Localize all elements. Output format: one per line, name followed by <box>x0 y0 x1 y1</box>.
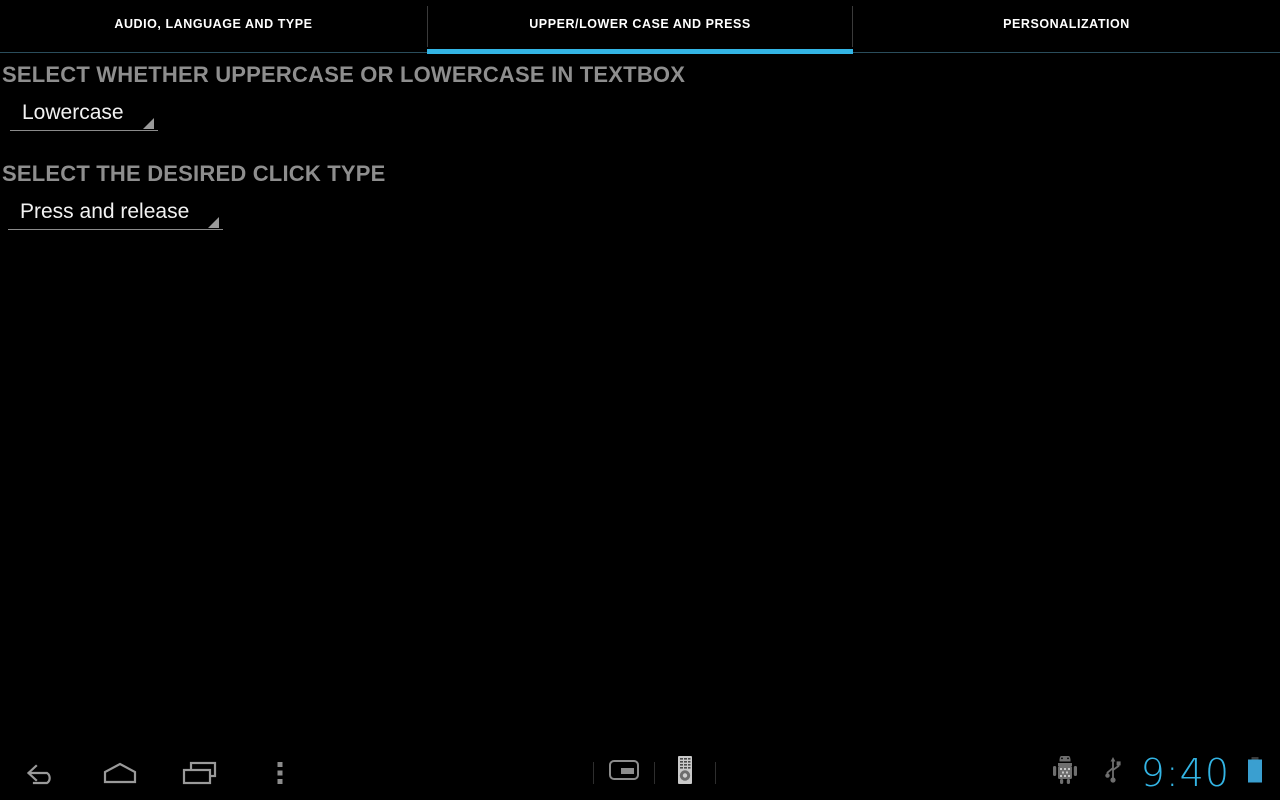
battery-full-icon <box>1245 755 1265 790</box>
system-navigation-bar: 9:40 <box>0 745 1280 800</box>
divider <box>715 761 716 784</box>
settings-content: SELECT WHETHER UPPERCASE OR LOWERCASE IN… <box>0 55 1280 745</box>
tab-label: PERSONALIZATION <box>1003 17 1130 31</box>
back-button[interactable] <box>0 745 80 800</box>
keyboard-ime-button[interactable] <box>602 745 646 800</box>
usb-icon <box>1101 756 1125 789</box>
chevron-down-icon <box>142 118 154 129</box>
system-bar-nav-group <box>0 745 320 800</box>
keyboard-ime-icon <box>608 758 640 787</box>
overflow-menu-icon <box>274 759 286 787</box>
divider <box>654 761 655 784</box>
case-spinner-value: Lowercase <box>22 101 124 124</box>
back-icon <box>20 760 60 786</box>
android-settings-screen: AUDIO, LANGUAGE AND TYPE UPPER/LOWER CAS… <box>0 0 1280 800</box>
recents-button[interactable] <box>160 745 240 800</box>
remote-control-icon <box>674 755 696 790</box>
remote-control-button[interactable] <box>663 745 707 800</box>
android-debug-icon <box>1052 754 1078 789</box>
tab-label: AUDIO, LANGUAGE AND TYPE <box>114 17 313 31</box>
overflow-menu-button[interactable] <box>240 745 320 800</box>
selected-tab-indicator <box>427 49 853 54</box>
case-spinner[interactable]: Lowercase <box>10 98 158 131</box>
usb-status[interactable] <box>1089 745 1137 800</box>
tab-personalization[interactable]: PERSONALIZATION <box>853 0 1280 55</box>
chevron-down-icon <box>208 217 220 228</box>
tab-bar: AUDIO, LANGUAGE AND TYPE UPPER/LOWER CAS… <box>0 0 1280 55</box>
battery-status[interactable] <box>1238 745 1272 800</box>
home-icon <box>99 760 141 786</box>
recents-icon <box>179 759 221 787</box>
tab-audio-language-and-type[interactable]: AUDIO, LANGUAGE AND TYPE <box>0 0 427 55</box>
section-header-click-type: SELECT THE DESIRED CLICK TYPE <box>2 161 386 186</box>
android-debug-status[interactable] <box>1041 745 1089 800</box>
system-bar-center-group <box>585 745 724 800</box>
tab-label: UPPER/LOWER CASE AND PRESS <box>529 17 751 31</box>
divider <box>593 761 594 784</box>
click-type-spinner-value: Press and release <box>20 200 190 223</box>
section-header-case: SELECT WHETHER UPPERCASE OR LOWERCASE IN… <box>2 62 686 87</box>
click-type-spinner[interactable]: Press and release <box>8 197 224 230</box>
status-clock[interactable]: 9:40 <box>1137 754 1238 792</box>
tab-upper-lower-case-and-press[interactable]: UPPER/LOWER CASE AND PRESS <box>427 0 853 55</box>
system-bar-status-group: 9:40 <box>1041 745 1272 800</box>
home-button[interactable] <box>80 745 160 800</box>
